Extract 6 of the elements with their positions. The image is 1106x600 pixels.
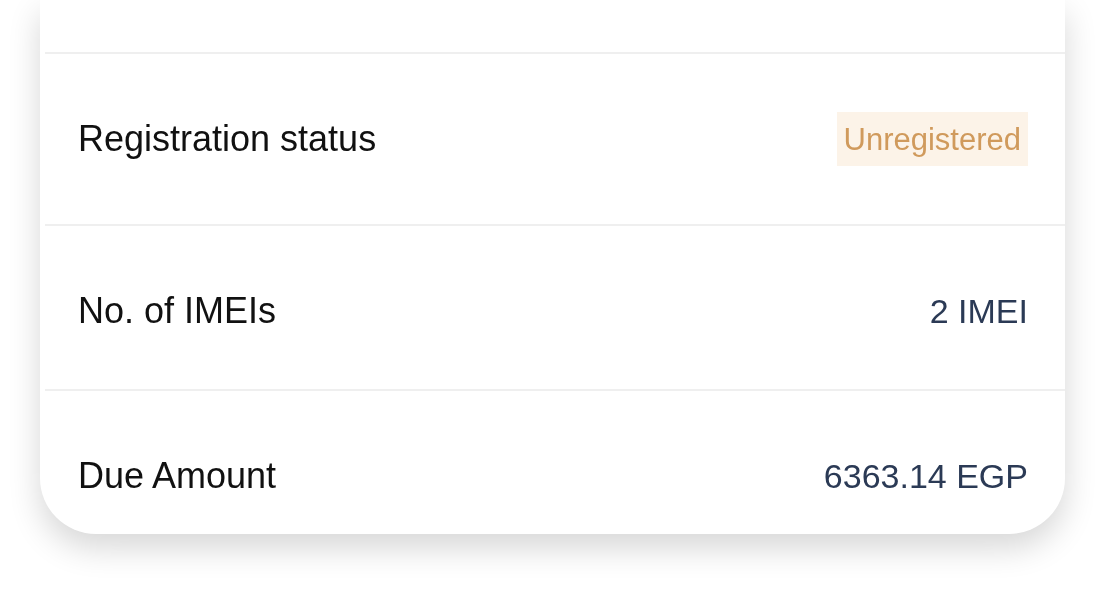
row-value: 6363.14 EGP xyxy=(823,459,1028,493)
row-label: No. of IMEIs xyxy=(78,293,277,329)
row-label: Registration status xyxy=(78,121,377,157)
row-value: 2 IMEI xyxy=(929,294,1028,328)
row-label: Due Amount xyxy=(78,458,277,494)
status-badge: Unregistered xyxy=(836,112,1028,166)
